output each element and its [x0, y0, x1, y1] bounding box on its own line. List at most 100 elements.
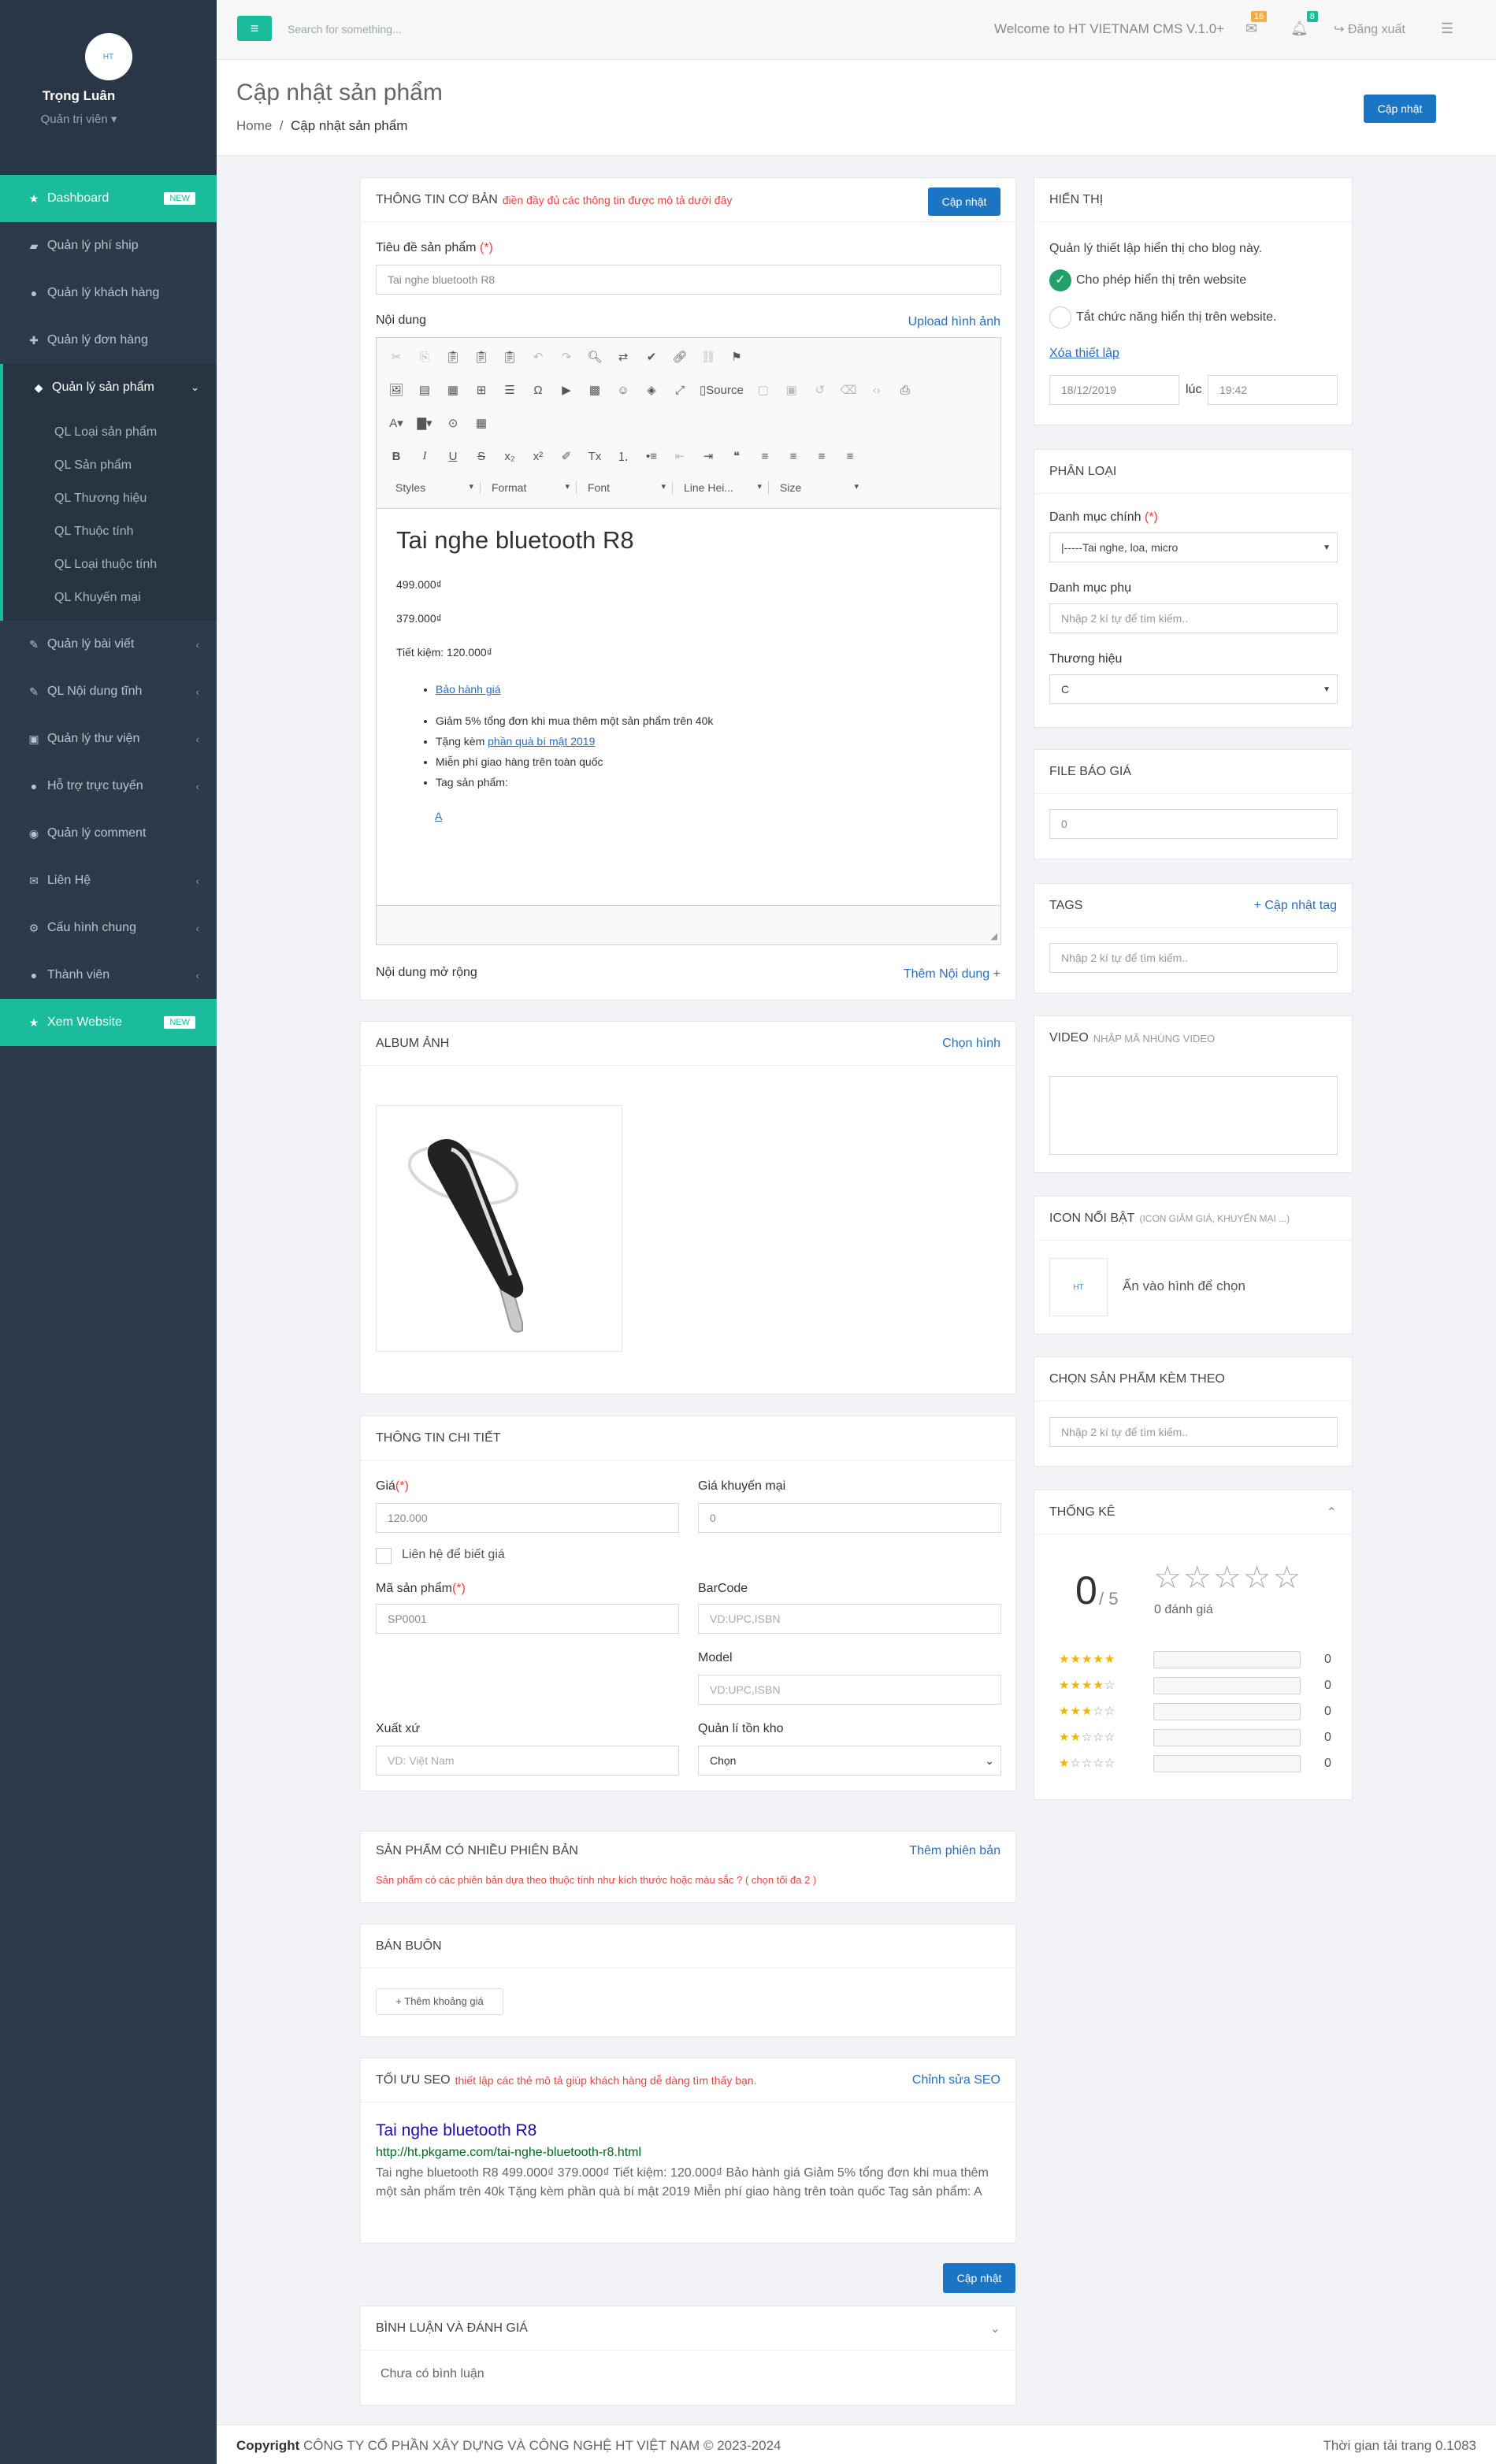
hide-on-website-radio[interactable]: Tắt chức năng hiển thị trên website.: [1049, 306, 1276, 328]
contact-price-checkbox[interactable]: [376, 1548, 392, 1564]
barcode-input[interactable]: VD:UPC,ISBN: [698, 1604, 1001, 1634]
find-icon[interactable]: 🔍︎: [586, 348, 603, 366]
bold-icon[interactable]: B: [388, 447, 405, 465]
format-select[interactable]: Format: [484, 481, 577, 494]
sidebar-item-products[interactable]: ◆ Quản lý sản phẩm ⌄: [0, 364, 217, 411]
template-icon[interactable]: ▢: [755, 381, 772, 399]
gallery-icon[interactable]: ▩: [586, 381, 603, 399]
submenu-item-brands[interactable]: QL Thương hiệu: [3, 482, 217, 515]
italic-icon[interactable]: I: [416, 447, 433, 465]
secret-gift-link[interactable]: phần quà bí mật 2019: [488, 735, 595, 748]
preview-icon[interactable]: ⎙: [896, 381, 914, 399]
tags-input[interactable]: Nhập 2 kí tự để tìm kiếm..: [1049, 943, 1338, 973]
image-icon[interactable]: 🖼︎: [388, 381, 405, 399]
chevron-up-icon[interactable]: ⌃: [1327, 1505, 1337, 1520]
sidebar-item-shipping[interactable]: ▰ Quản lý phí ship: [0, 222, 217, 269]
clear-format-icon[interactable]: Tx: [586, 447, 603, 465]
indent-icon[interactable]: ⇥: [700, 447, 717, 465]
align-right-icon[interactable]: ≡: [813, 447, 830, 465]
styles-select[interactable]: Styles: [388, 481, 481, 494]
avatar[interactable]: HT: [84, 33, 132, 80]
iframe-icon[interactable]: ◈: [643, 381, 660, 399]
display-date-input[interactable]: 18/12/2019: [1049, 375, 1179, 405]
strike-icon[interactable]: S: [473, 447, 490, 465]
breadcrumb-home[interactable]: Home: [236, 118, 272, 133]
promo-price-input[interactable]: 0: [698, 1503, 1001, 1533]
replace-icon[interactable]: ⇄: [614, 348, 632, 366]
editor-content-area[interactable]: Tai nghe bluetooth R8 499.000₫ 379.000₫ …: [377, 508, 1000, 906]
line-height-select[interactable]: Line Hei...: [676, 481, 769, 494]
submenu-item-attributes[interactable]: QL Thuộc tính: [3, 515, 217, 548]
content-tag-link[interactable]: A: [435, 810, 981, 822]
source-button[interactable]: ▯ Source: [700, 381, 744, 399]
paste-text-icon[interactable]: 📋︎: [473, 348, 490, 366]
sidebar-item-comments[interactable]: ◉ Quản lý comment: [0, 810, 217, 857]
superscript-icon[interactable]: x²: [529, 447, 547, 465]
quote-file-input[interactable]: 0: [1049, 809, 1338, 839]
edit-seo-link[interactable]: Chỉnh sửa SEO: [912, 2073, 1000, 2087]
warranty-link[interactable]: Bảo hành giá: [436, 683, 501, 696]
subscript-icon[interactable]: x₂: [501, 447, 518, 465]
numbered-list-icon[interactable]: ⒈: [614, 447, 632, 465]
basic-update-button[interactable]: Cập nhật: [928, 187, 1000, 216]
sku-input[interactable]: SP0001: [376, 1604, 679, 1634]
image-upload-icon[interactable]: ▤: [416, 381, 433, 399]
bell-icon[interactable]: 🔔︎ 8: [1290, 11, 1318, 37]
submenu-item-promotions[interactable]: QL Khuyến mại: [3, 581, 217, 614]
spellcheck-icon[interactable]: ✔: [643, 348, 660, 366]
sidebar-item-view-website[interactable]: ★ Xem Website NEW: [0, 999, 217, 1046]
add-price-range-button[interactable]: + Thêm khoảng giá: [376, 1988, 503, 2015]
sidebar-item-settings[interactable]: ⚙ Cấu hình chung ‹: [0, 904, 217, 952]
menu-toggle-button[interactable]: ≡: [237, 16, 272, 41]
emoji-icon[interactable]: ☺: [614, 381, 632, 399]
logout-link[interactable]: ↪ Đăng xuất: [1334, 21, 1405, 37]
blockquote-icon[interactable]: ❝: [728, 447, 745, 465]
justify-icon[interactable]: ≡: [841, 447, 859, 465]
undo-format-icon[interactable]: ↺: [811, 381, 829, 399]
copy-icon[interactable]: ⎘: [416, 348, 433, 366]
format-painter-icon[interactable]: ✐: [558, 447, 575, 465]
anchor-flag-icon[interactable]: ⚑: [728, 348, 745, 366]
chevron-down-icon[interactable]: ⌄: [990, 2321, 1000, 2336]
sidebar-item-members[interactable]: ● Thành viên ‹: [0, 952, 217, 999]
sub-category-input[interactable]: Nhập 2 kí tự để tìm kiếm..: [1049, 603, 1338, 633]
paste-word-icon[interactable]: 📋︎: [501, 348, 518, 366]
resize-handle-icon[interactable]: ◢: [991, 931, 997, 941]
underline-icon[interactable]: U: [444, 447, 462, 465]
sidebar-item-contact[interactable]: ✉ Liên Hệ ‹: [0, 857, 217, 904]
bottom-update-button[interactable]: Cập nhật: [943, 2263, 1015, 2293]
album-image-earphone[interactable]: [376, 1105, 622, 1352]
qr-icon[interactable]: ▦: [473, 414, 490, 432]
bg-color-icon[interactable]: ▇▾: [416, 414, 433, 432]
choose-image-link[interactable]: Chọn hình: [942, 1037, 1000, 1051]
origin-input[interactable]: VD: Việt Nam: [376, 1746, 679, 1776]
sidebar-item-customers[interactable]: ● Quản lý khách hàng: [0, 269, 217, 317]
bullet-list-icon[interactable]: •≡: [643, 447, 660, 465]
outdent-icon[interactable]: ⇤: [671, 447, 689, 465]
horizontal-rule-icon[interactable]: ☰: [501, 381, 518, 399]
undo-icon[interactable]: ↶: [529, 348, 547, 366]
special-char-icon[interactable]: Ω: [529, 381, 547, 399]
sidebar-item-dashboard[interactable]: ★ Dashboard NEW: [0, 175, 217, 222]
main-category-select[interactable]: |-----Tai nghe, loa, micro ▼: [1049, 533, 1338, 562]
select-all-icon[interactable]: ▣: [783, 381, 800, 399]
product-title-input[interactable]: Tai nghe bluetooth R8: [376, 265, 1001, 295]
text-color-icon[interactable]: A▾: [388, 414, 405, 432]
sidebar-item-posts[interactable]: ✎ Quản lý bài viết ‹: [0, 621, 217, 668]
mail-icon[interactable]: ✉ 16: [1245, 11, 1268, 37]
price-input[interactable]: 120.000: [376, 1503, 679, 1533]
reset-settings-link[interactable]: Xóa thiết lập: [1049, 347, 1119, 361]
size-select[interactable]: Size: [772, 481, 865, 494]
related-products-input[interactable]: Nhập 2 kí tự để tìm kiếm..: [1049, 1417, 1338, 1447]
video-embed-textarea[interactable]: [1049, 1076, 1338, 1155]
paste-icon[interactable]: 📋︎: [444, 348, 462, 366]
list-icon[interactable]: ☰: [1441, 20, 1453, 37]
add-variant-link[interactable]: Thêm phiên bản: [909, 1844, 1000, 1858]
maximize-icon[interactable]: ⤢: [671, 381, 689, 399]
add-content-link[interactable]: Thêm Nội dung +: [904, 967, 1000, 982]
sidebar-item-support[interactable]: ● Hỗ trợ trực tuyến ‹: [0, 763, 217, 810]
link-icon[interactable]: 🔗︎: [671, 348, 689, 366]
search-input[interactable]: Search for something...: [288, 23, 402, 35]
youtube-icon[interactable]: ▶: [558, 381, 575, 399]
brand-select[interactable]: C ▼: [1049, 674, 1338, 704]
